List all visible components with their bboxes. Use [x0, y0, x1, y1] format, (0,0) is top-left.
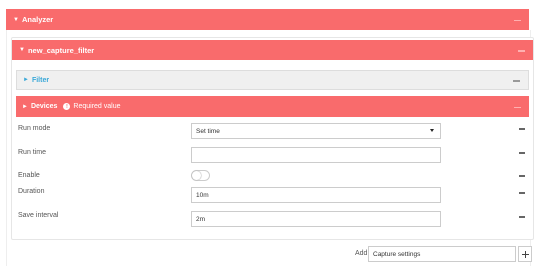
save-interval-input[interactable]: 2m: [191, 211, 441, 227]
required-value-message: Required value: [73, 103, 121, 110]
minus-icon[interactable]: [519, 216, 525, 218]
toggle-knob: [192, 171, 201, 180]
capture-filter-header[interactable]: ▼ new_capture_filter: [12, 40, 533, 60]
minus-icon[interactable]: [519, 192, 525, 194]
run-mode-value: Set time: [196, 127, 220, 135]
minus-icon[interactable]: [519, 175, 525, 177]
filter-title: Filter: [31, 76, 50, 84]
chevron-down-icon: ▼: [19, 47, 25, 53]
add-button[interactable]: [518, 246, 532, 262]
enable-label: Enable: [18, 172, 40, 179]
minus-icon[interactable]: [519, 152, 525, 154]
enable-toggle[interactable]: [191, 170, 210, 181]
analyzer-title: Analyzer: [21, 15, 54, 24]
minus-icon[interactable]: [514, 106, 521, 108]
devices-section-header[interactable]: ► Devices ! Required value: [16, 96, 529, 117]
chevron-right-icon: ►: [22, 103, 28, 110]
minus-icon[interactable]: [513, 80, 520, 82]
run-mode-label: Run mode: [18, 125, 51, 132]
filter-section-header[interactable]: ► Filter: [16, 70, 529, 90]
minus-icon[interactable]: [519, 128, 525, 130]
duration-input[interactable]: 10m: [191, 187, 441, 203]
plus-icon: [521, 250, 529, 258]
duration-label: Duration: [18, 188, 45, 195]
save-interval-label: Save interval: [18, 212, 59, 219]
add-label: Add: [355, 250, 368, 257]
chevron-down-icon: ▼: [13, 16, 19, 23]
devices-title: Devices: [30, 103, 58, 110]
run-time-input[interactable]: [191, 147, 441, 163]
warning-icon: !: [63, 103, 71, 110]
capture-filter-title: new_capture_filter: [27, 45, 95, 55]
analyzer-header[interactable]: ▼ Analyzer: [6, 9, 529, 30]
run-time-label: Run time: [18, 149, 47, 156]
chevron-right-icon: ►: [23, 77, 29, 83]
minus-icon[interactable]: [518, 50, 525, 52]
caret-down-icon: [430, 129, 434, 132]
run-mode-select[interactable]: Set time: [191, 123, 441, 139]
add-select[interactable]: Capture settings: [368, 246, 516, 262]
minus-icon[interactable]: [514, 19, 521, 21]
